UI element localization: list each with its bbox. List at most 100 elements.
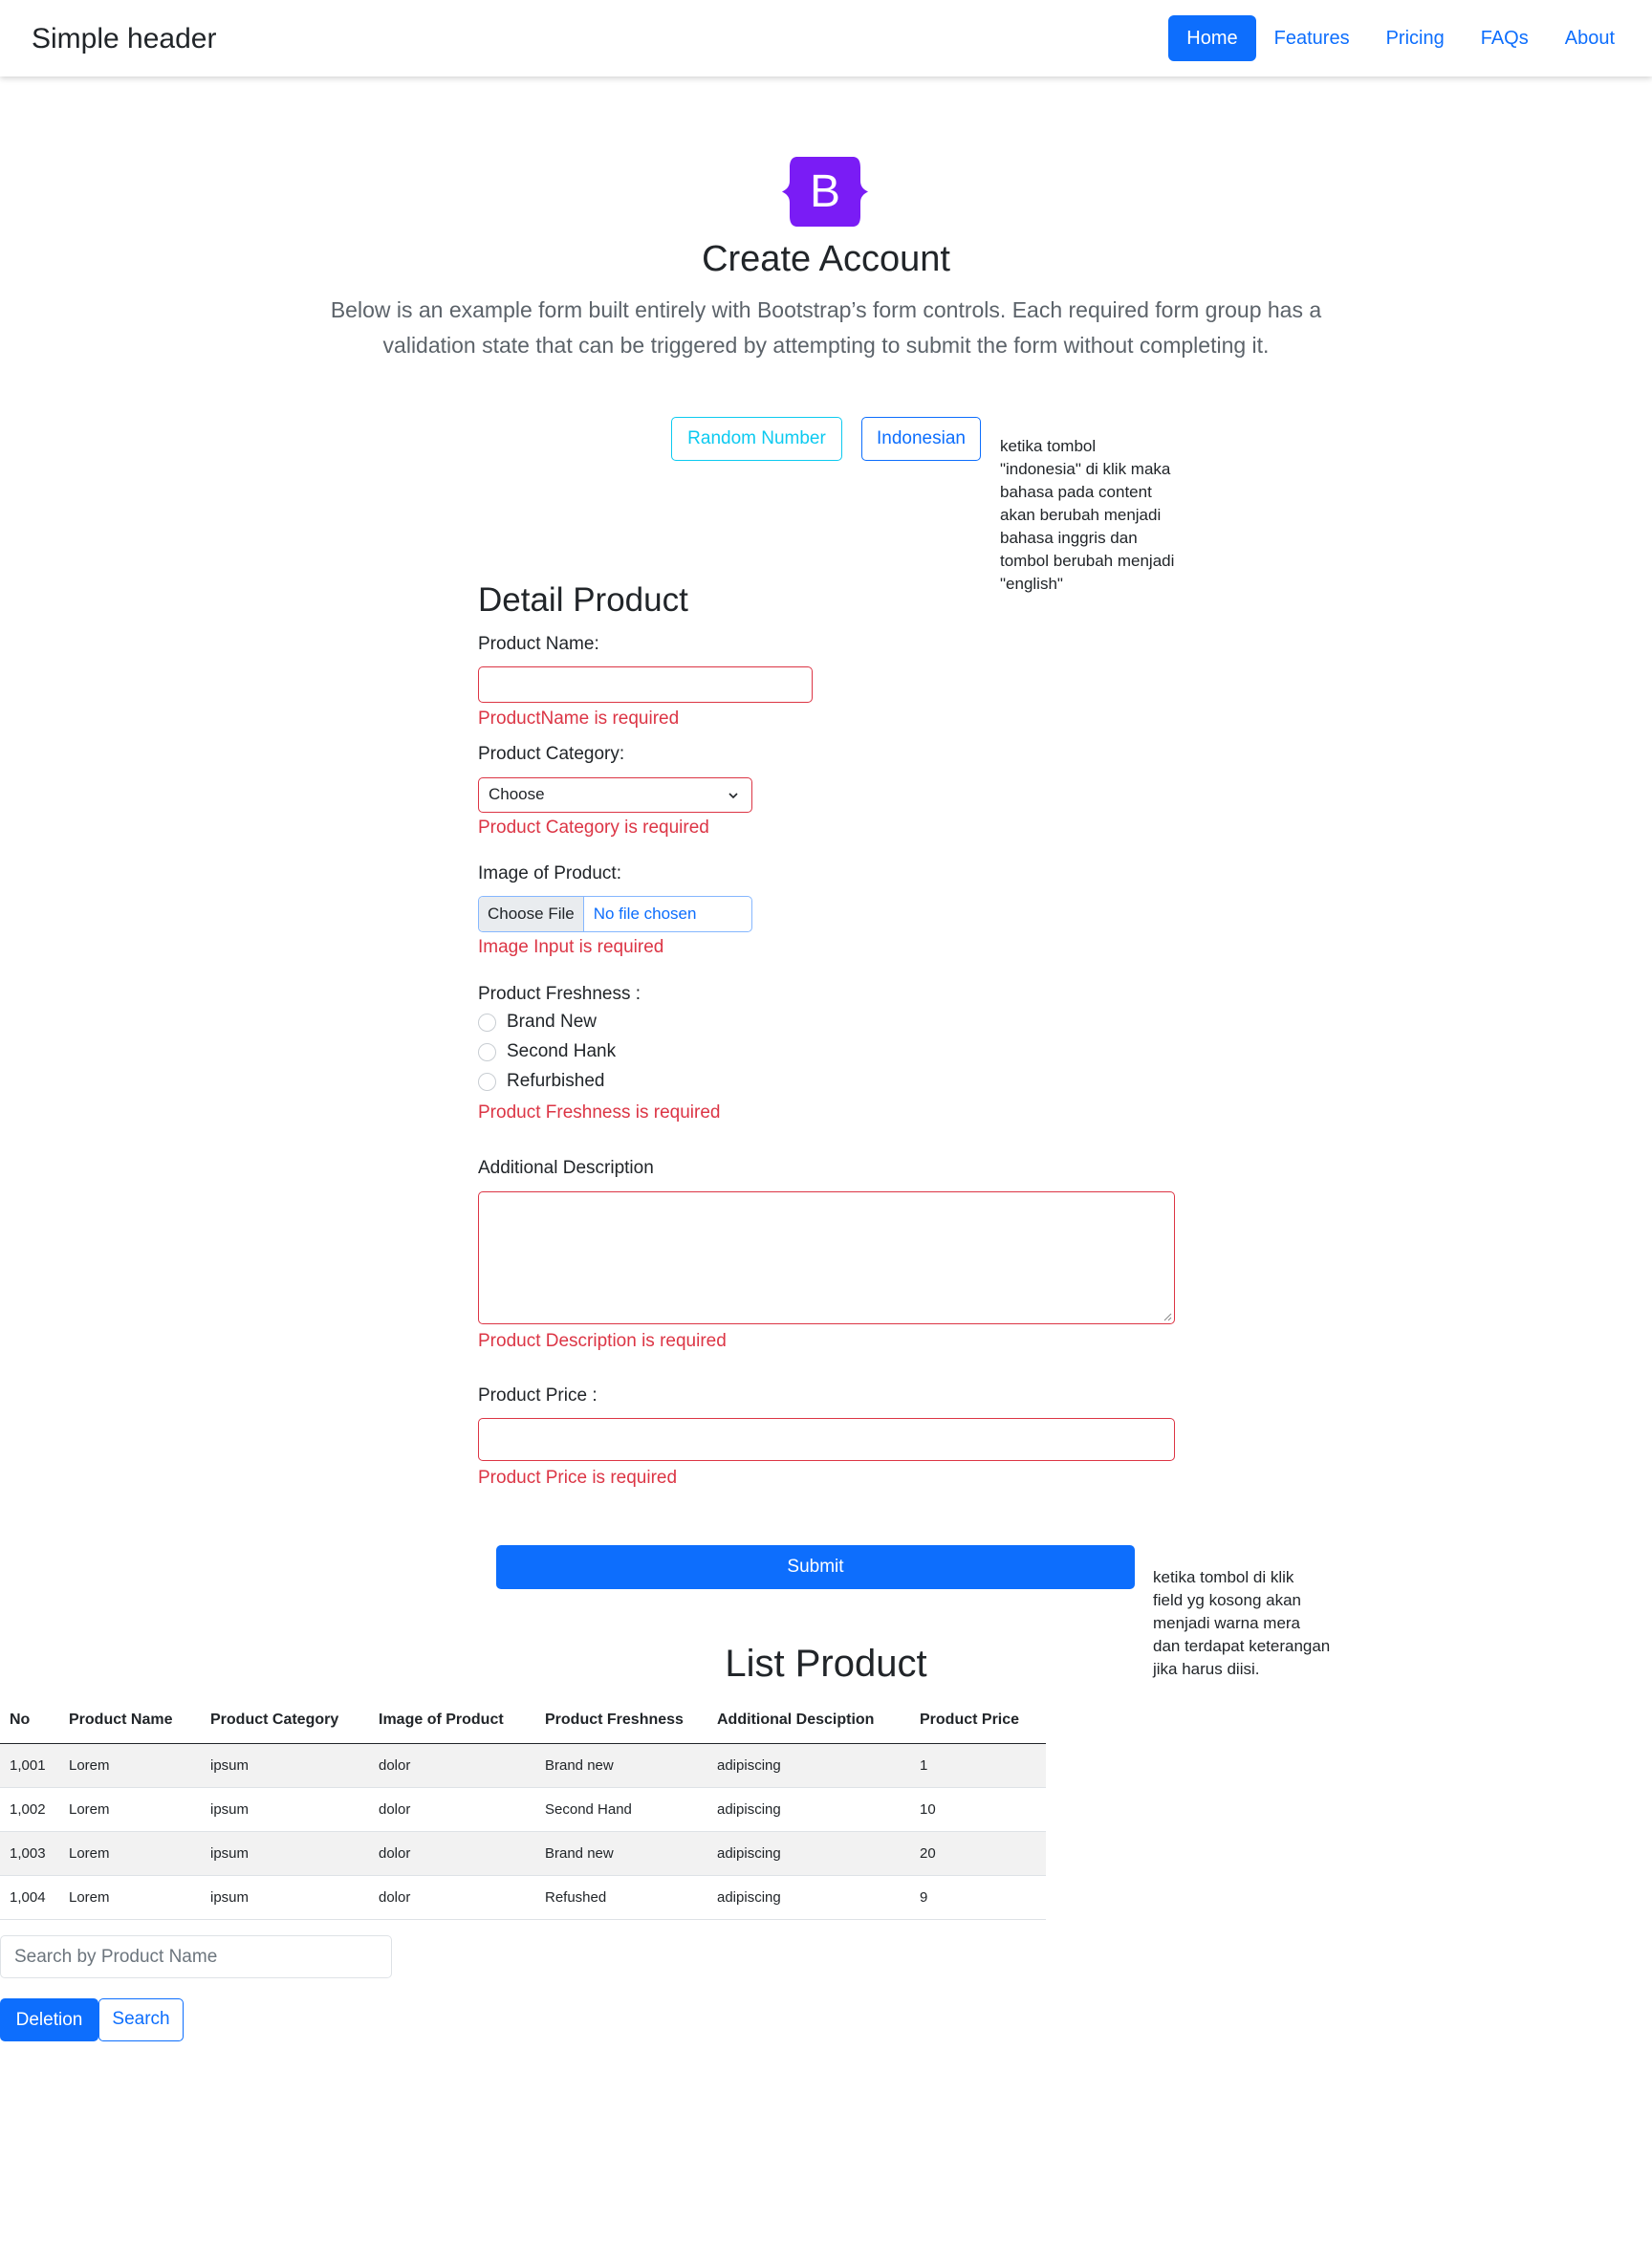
price-label: Product Price : [478,1385,598,1406]
table-cell: ipsum [201,1787,369,1832]
image-label: Image of Product: [478,863,621,883]
table-cell: 20 [910,1831,1046,1876]
freshness-option-label: Brand New [507,1012,597,1032]
deletion-button[interactable]: Deletion [0,1998,98,2041]
product-name-label: Product Name: [478,634,599,654]
detail-product-heading: Detail Product [478,581,688,619]
table-header-row: No Product Name Product Category Image o… [0,1697,1046,1744]
nav-faqs[interactable]: FAQs [1463,15,1547,61]
note-line: bahasa inggris dan [1000,529,1138,547]
freshness-option-label: Second Hank [507,1041,617,1061]
image-file-input[interactable]: Choose File No file chosen [478,896,752,932]
image-error: Image Input is required [478,937,664,957]
table-cell: dolor [369,1743,535,1788]
column-header[interactable]: Additional Desciption [707,1697,910,1744]
random-number-button[interactable]: Random Number [671,417,842,461]
radio-button[interactable] [478,1042,496,1061]
search-input[interactable] [0,1935,392,1978]
freshness-option-brand-new[interactable]: Brand New [478,1012,597,1033]
column-header[interactable]: Product Category [201,1697,369,1744]
table-cell: Brand new [535,1743,707,1788]
product-category-error: Product Category is required [478,818,709,838]
main-nav: Home Features Pricing FAQs About [1168,15,1633,61]
note-line: akan berubah menjadi [1000,506,1162,524]
freshness-option-label: Refurbished [507,1071,605,1091]
freshness-option-second-hank[interactable]: Second Hank [478,1041,616,1062]
page-title: Create Account [702,239,950,279]
freshness-option-refurbished[interactable]: Refurbished [478,1071,604,1092]
radio-button[interactable] [478,1013,496,1032]
note-line: bahasa pada content [1000,483,1152,501]
nav-home[interactable]: Home [1168,15,1256,61]
price-error: Product Price is required [478,1468,678,1488]
language-note: ketika tombol "indonesia" di klik maka b… [1000,435,1201,596]
column-header[interactable]: Product Price [910,1697,1046,1744]
product-name-input[interactable] [478,666,813,703]
note-line: field yg kosong akan [1153,1591,1301,1609]
table-cell: 10 [910,1787,1046,1832]
resize-grip-icon[interactable] [1163,1312,1172,1321]
table-cell: dolor [369,1831,535,1876]
table-cell: 1,004 [0,1875,59,1920]
table-cell: 1 [910,1743,1046,1788]
table-cell: Lorem [59,1875,201,1920]
table-row[interactable]: 1,002 Lorem ipsum dolor Second Hand adip… [0,1787,1046,1832]
note-line: ketika tombol di klik [1153,1568,1294,1586]
nav-about[interactable]: About [1547,15,1633,61]
table-cell: 1,002 [0,1787,59,1832]
note-line: ketika tombol [1000,437,1097,455]
column-header[interactable]: Image of Product [369,1697,535,1744]
site-header: Simple header Home Features Pricing FAQs… [0,0,1652,76]
bootstrap-logo-icon: B [782,157,868,227]
file-status: No file chosen [593,905,697,923]
table-cell: Lorem [59,1831,201,1876]
table-cell: adipiscing [707,1831,910,1876]
description-textarea[interactable] [478,1191,1175,1324]
table-cell: Refushed [535,1875,707,1920]
table-cell: dolor [369,1875,535,1920]
price-input[interactable] [478,1418,1175,1461]
choose-file-button[interactable]: Choose File [479,897,584,931]
table-cell: Brand new [535,1831,707,1876]
lead-line-1: Below is an example form built entirely … [330,297,1322,322]
note-line: menjadi warna mera [1153,1614,1301,1632]
product-name-error: ProductName is required [478,709,680,729]
note-line: "english" [1000,575,1063,593]
table-cell: dolor [369,1787,535,1832]
language-toggle-button[interactable]: Indonesian [861,417,981,461]
search-button[interactable]: Search [98,1998,184,2041]
freshness-label: Product Freshness : [478,984,641,1004]
column-header[interactable]: No [0,1697,59,1744]
table-cell: ipsum [201,1875,369,1920]
column-header[interactable]: Product Freshness [535,1697,707,1744]
freshness-error: Product Freshness is required [478,1102,721,1123]
description-label: Additional Description [478,1158,654,1178]
radio-button[interactable] [478,1072,496,1091]
product-table: No Product Name Product Category Image o… [0,1697,1046,1920]
table-cell: ipsum [201,1743,369,1788]
nav-pricing[interactable]: Pricing [1368,15,1463,61]
description-error: Product Description is required [478,1331,727,1351]
brand-title[interactable]: Simple header [32,23,216,55]
table-cell: ipsum [201,1831,369,1876]
column-header[interactable]: Product Name [59,1697,201,1744]
product-category-selected: Choose [489,785,545,803]
logo-letter: B [810,166,840,217]
table-cell: adipiscing [707,1787,910,1832]
product-category-select[interactable]: Choose [478,777,752,813]
product-category-label: Product Category: [478,744,625,764]
table-cell: 9 [910,1875,1046,1920]
table-cell: 1,001 [0,1743,59,1788]
table-cell: adipiscing [707,1743,910,1788]
table-row[interactable]: 1,001 Lorem ipsum dolor Brand new adipis… [0,1743,1046,1788]
chevron-down-icon [728,793,738,799]
lead-line-2: validation state that can be triggered b… [382,333,1270,358]
page-lead: Below is an example form built entirely … [315,293,1337,363]
nav-features[interactable]: Features [1256,15,1368,61]
submit-button[interactable]: Submit [496,1545,1135,1589]
table-cell: adipiscing [707,1875,910,1920]
table-cell: Lorem [59,1743,201,1788]
table-row[interactable]: 1,004 Lorem ipsum dolor Refushed adipisc… [0,1875,1046,1920]
table-row[interactable]: 1,003 Lorem ipsum dolor Brand new adipis… [0,1831,1046,1876]
note-line: tombol berubah menjadi [1000,552,1175,570]
